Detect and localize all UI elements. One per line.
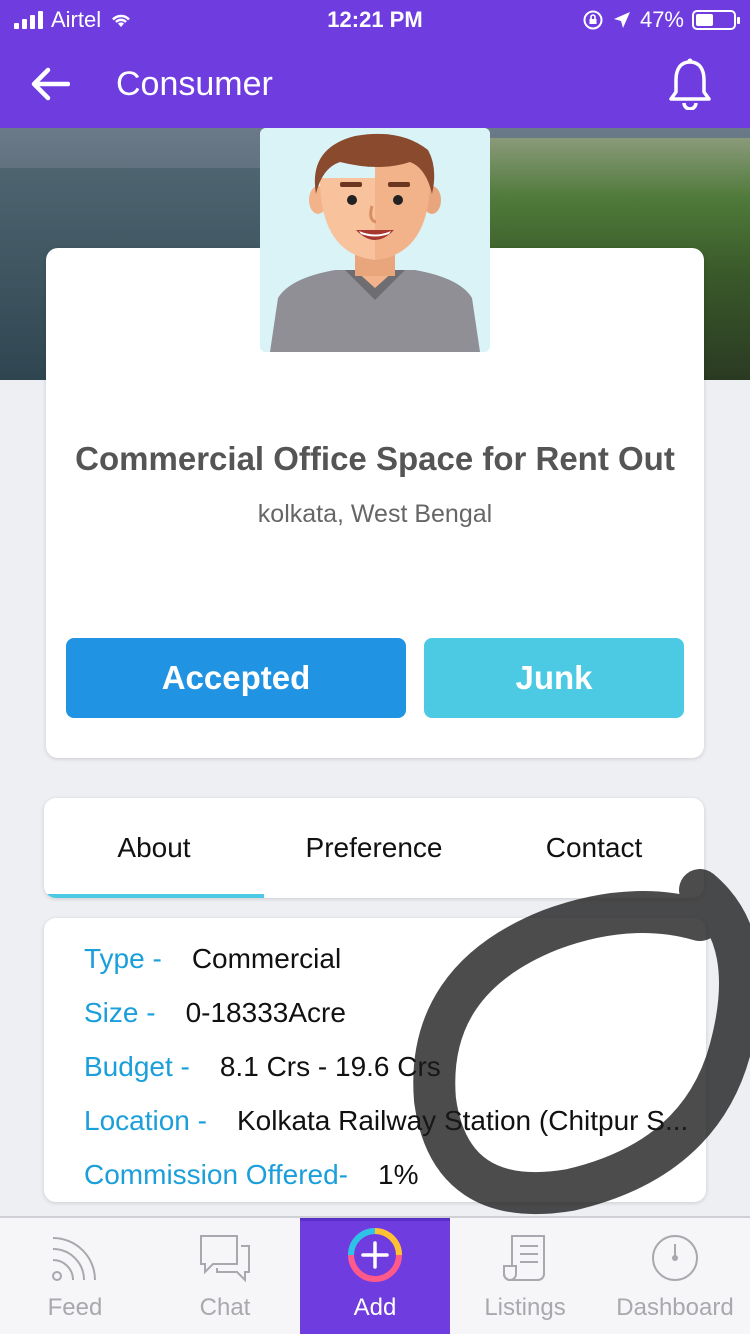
- detail-value: Commercial: [191, 943, 342, 974]
- dashboard-gauge-icon: [652, 1235, 698, 1281]
- app-header: Consumer: [0, 40, 750, 128]
- detail-value: 8.1 Crs - 19.6 Crs: [219, 1051, 441, 1082]
- detail-label: Commission Offered-: [84, 1159, 349, 1190]
- nav-item-listings[interactable]: Listings: [450, 1218, 600, 1334]
- nav-item-dashboard[interactable]: Dashboard: [600, 1218, 750, 1334]
- avatar: [260, 128, 490, 352]
- detail-value: 0-18333Acre: [185, 997, 346, 1028]
- detail-value: Kolkata Railway Station (Chitpur S...: [236, 1105, 689, 1136]
- nav-item-chat[interactable]: Chat: [150, 1218, 300, 1334]
- tab-about[interactable]: About: [44, 798, 264, 898]
- page-title: Consumer: [116, 64, 273, 103]
- status-bar: Airtel 12:21 PM 47%: [0, 0, 750, 40]
- bell-icon: [669, 58, 711, 110]
- detail-label: Size -: [84, 997, 156, 1028]
- notifications-button[interactable]: [646, 40, 734, 128]
- nav-label: Listings: [484, 1294, 566, 1321]
- detail-row-budget: Budget - 8.1 Crs - 19.6 Crs: [84, 1040, 706, 1094]
- nav-label: Dashboard: [616, 1294, 734, 1321]
- add-circle-icon: [348, 1228, 402, 1282]
- nav-label: Chat: [199, 1294, 251, 1321]
- battery-percent: 47%: [639, 7, 684, 32]
- accepted-button[interactable]: Accepted: [66, 638, 406, 718]
- wifi-icon: [112, 14, 131, 27]
- rss-feed-icon: [52, 1237, 96, 1281]
- detail-row-type: Type - Commercial: [84, 932, 706, 986]
- tab-preference[interactable]: Preference: [264, 798, 484, 898]
- detail-label: Location -: [84, 1105, 207, 1136]
- listings-icon: [503, 1235, 545, 1281]
- status-left: Airtel: [14, 7, 133, 33]
- bottom-nav: Feed Chat Add Listings Dashboard: [0, 1216, 750, 1334]
- details-card: Type - Commercial Size - 0-18333Acre Bud…: [44, 918, 706, 1202]
- signal-icon: [14, 11, 43, 29]
- nav-label: Feed: [47, 1294, 103, 1321]
- detail-value: 1%: [378, 1159, 419, 1190]
- tab-contact[interactable]: Contact: [484, 798, 704, 898]
- detail-row-location: Location - Kolkata Railway Station (Chit…: [84, 1094, 706, 1148]
- listing-location: kolkata, West Bengal: [257, 500, 493, 528]
- detail-label: Budget -: [84, 1051, 190, 1082]
- location-arrow-icon: [613, 12, 630, 28]
- detail-row-size: Size - 0-18333Acre: [84, 986, 706, 1040]
- battery-fill: [696, 14, 713, 26]
- nav-item-feed[interactable]: Feed: [0, 1218, 150, 1334]
- junk-button[interactable]: Junk: [424, 638, 684, 718]
- tab-bar: About Preference Contact: [44, 798, 704, 898]
- detail-row-commission: Commission Offered- 1%: [84, 1148, 706, 1202]
- back-button[interactable]: [0, 40, 100, 128]
- detail-label: Type -: [84, 943, 162, 974]
- avatar-illustration: [260, 128, 490, 352]
- arrow-left-icon: [31, 67, 70, 101]
- nav-label: Add: [353, 1294, 397, 1321]
- status-right: 47%: [582, 7, 740, 33]
- nav-item-add[interactable]: Add: [300, 1218, 450, 1334]
- carrier-name: Airtel: [51, 7, 102, 32]
- battery-icon: [692, 10, 740, 30]
- chat-icon: [200, 1235, 250, 1283]
- listing-title: Commercial Office Space for Rent Out: [75, 440, 675, 477]
- rotation-lock-icon: [583, 10, 603, 30]
